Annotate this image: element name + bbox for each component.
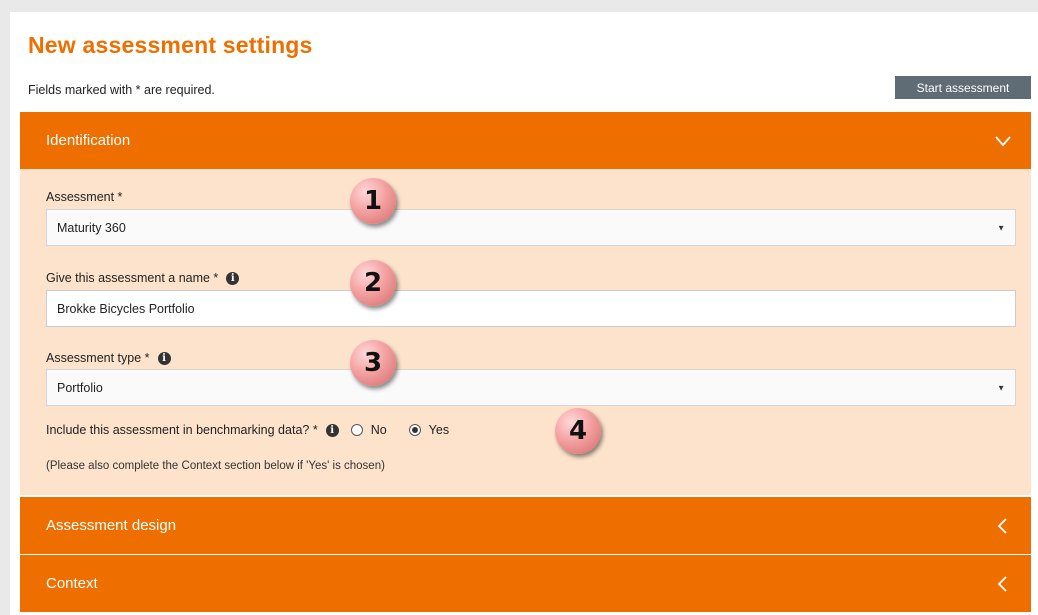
assessment-select[interactable]: Maturity 360 ▼ bbox=[46, 209, 1016, 246]
required-note: Fields marked with * are required. bbox=[28, 83, 215, 97]
benchmark-no-label[interactable]: No bbox=[371, 423, 387, 437]
info-icon[interactable]: i bbox=[157, 351, 171, 365]
section-context-label: Context bbox=[46, 575, 98, 592]
section-identification-header[interactable]: Identification bbox=[20, 112, 1031, 169]
assessment-select-value: Maturity 360 bbox=[57, 220, 126, 235]
identification-panel: Assessment * Maturity 360 ▼ Give this as… bbox=[20, 169, 1031, 495]
benchmark-row: Include this assessment in benchmarking … bbox=[46, 423, 449, 437]
benchmark-yes-radio[interactable] bbox=[408, 424, 421, 436]
section-design-header[interactable]: Assessment design bbox=[20, 497, 1031, 554]
type-label-text: Assessment type * bbox=[46, 351, 150, 365]
benchmark-label: Include this assessment in benchmarking … bbox=[46, 423, 318, 437]
callout-badge-1: 1 bbox=[350, 178, 396, 224]
start-assessment-button[interactable]: Start assessment bbox=[895, 76, 1031, 99]
callout-badge-2: 2 bbox=[350, 260, 396, 306]
info-icon[interactable]: i bbox=[325, 423, 339, 437]
assessment-name-value: Brokke Bicycles Portfolio bbox=[57, 301, 195, 316]
benchmark-no-radio[interactable] bbox=[350, 424, 363, 436]
name-label-text: Give this assessment a name * bbox=[46, 271, 219, 285]
benchmark-yes-label[interactable]: Yes bbox=[429, 423, 449, 437]
assessment-type-select[interactable]: Portfolio ▼ bbox=[46, 369, 1016, 406]
chevron-left-icon bbox=[997, 575, 1007, 592]
page-title: New assessment settings bbox=[28, 32, 313, 58]
callout-badge-4: 4 bbox=[555, 408, 601, 454]
section-design-label: Assessment design bbox=[46, 517, 177, 534]
callout-badge-3: 3 bbox=[350, 340, 396, 386]
name-label: Give this assessment a name * i bbox=[46, 271, 240, 285]
assessment-label: Assessment * bbox=[46, 190, 122, 204]
assessment-name-input[interactable]: Brokke Bicycles Portfolio bbox=[46, 290, 1016, 327]
assessment-label-text: Assessment * bbox=[46, 190, 123, 204]
chevron-left-icon bbox=[997, 517, 1007, 534]
settings-page: New assessment settings Fields marked wi… bbox=[10, 12, 1038, 615]
chevron-down-icon bbox=[995, 135, 1011, 146]
info-icon[interactable]: i bbox=[226, 271, 240, 285]
dropdown-caret-icon: ▼ bbox=[997, 223, 1005, 232]
benchmark-hint: (Please also complete the Context sectio… bbox=[46, 460, 385, 472]
assessment-type-value: Portfolio bbox=[57, 380, 103, 395]
section-context-header[interactable]: Context bbox=[20, 555, 1031, 612]
type-label: Assessment type * i bbox=[46, 351, 171, 365]
dropdown-caret-icon: ▼ bbox=[997, 383, 1005, 392]
section-identification-label: Identification bbox=[46, 132, 131, 149]
